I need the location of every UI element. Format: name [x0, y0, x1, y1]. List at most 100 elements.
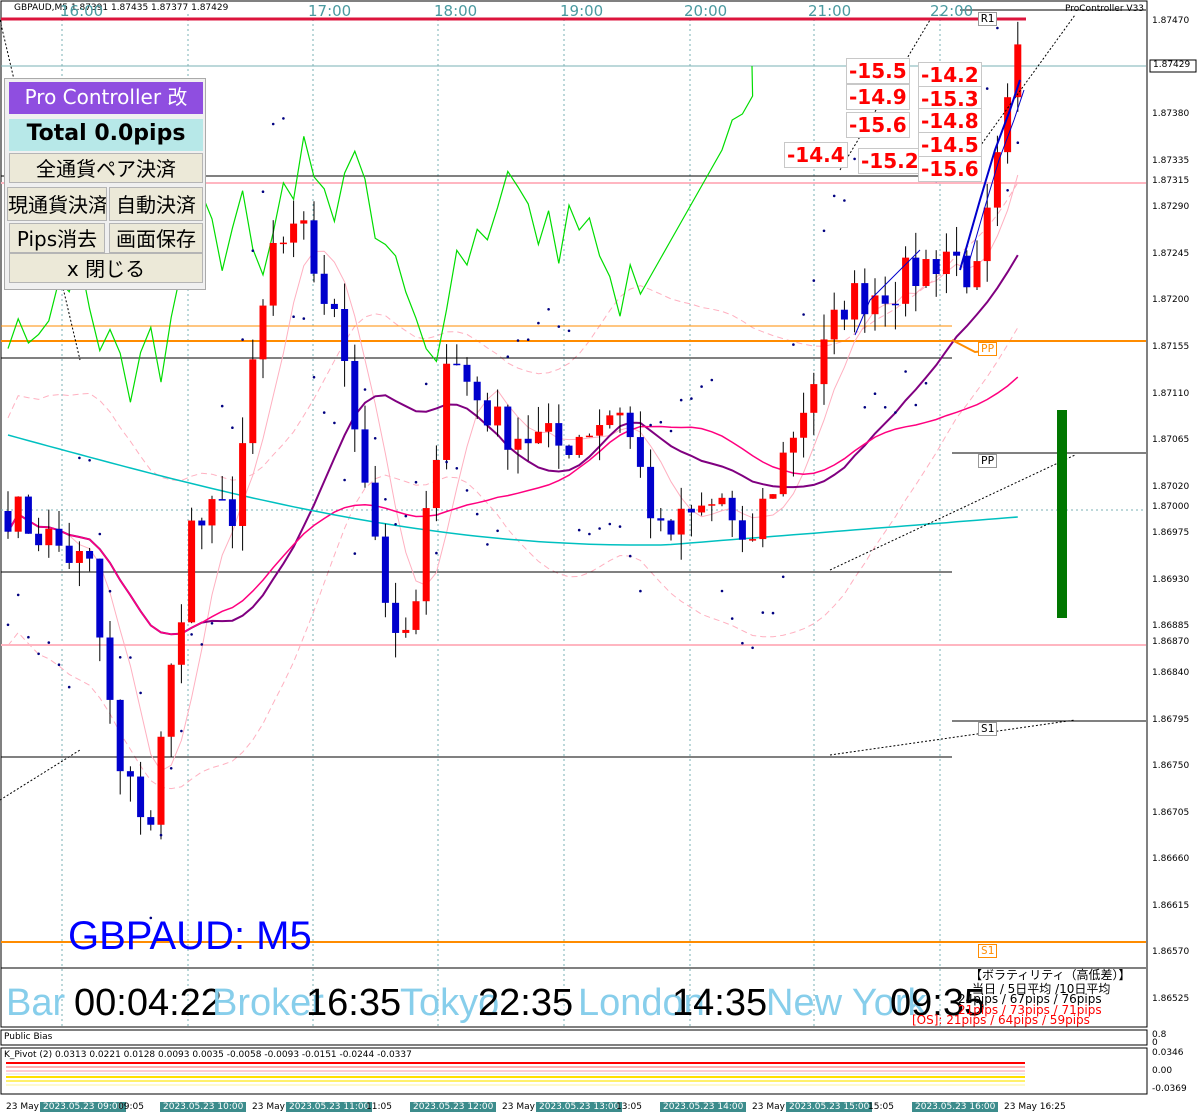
- sar-dot: [27, 635, 30, 639]
- sar-dot: [781, 575, 785, 579]
- sar-dot: [1006, 189, 1009, 192]
- sar-dot: [200, 643, 204, 646]
- auto-close-button[interactable]: 自動決済: [109, 187, 203, 221]
- candle-body: [800, 412, 808, 438]
- candle-body: [810, 384, 818, 413]
- sar-dot: [139, 691, 142, 695]
- price-label: 1.87245: [1152, 248, 1190, 259]
- time-label-text: 23 May: [6, 1102, 39, 1112]
- clear-pips-button[interactable]: Pips消去: [9, 223, 105, 253]
- candle-body: [749, 539, 757, 541]
- time-label-bottom: 23 May 16:25: [1004, 1102, 1066, 1112]
- time-label-text: 2023.05.23 14:00: [660, 1102, 747, 1112]
- sar-dot: [302, 317, 306, 320]
- price-label: 1.86885: [1152, 621, 1190, 632]
- candle-body: [647, 466, 655, 519]
- sar-dot: [108, 589, 112, 593]
- candle-body: [779, 452, 787, 495]
- sar-dot: [720, 589, 724, 593]
- candle-body: [188, 520, 196, 623]
- sar-dot: [506, 355, 510, 359]
- sar-dot: [924, 381, 928, 385]
- sar-dot: [832, 194, 836, 198]
- sar-dot: [394, 523, 397, 526]
- pivot-s1-tag: S1: [978, 722, 998, 736]
- current-price-label: 1.87429: [1153, 60, 1191, 70]
- candle-body: [606, 415, 614, 426]
- candle-body: [35, 533, 43, 546]
- pips-label: -14.4: [784, 142, 848, 168]
- candle-body: [596, 425, 604, 436]
- price-label: 1.87000: [1152, 502, 1190, 513]
- volatility-row-3: [OS]: 21pips / 64pips / 59pips: [912, 1013, 1090, 1027]
- candle-body: [208, 499, 216, 526]
- candle-body: [545, 423, 553, 432]
- sar-dot: [322, 411, 326, 414]
- symbol-label: GBPAUD: M5: [68, 914, 312, 958]
- price-label: 1.87110: [1152, 388, 1190, 399]
- time-label-text: 23 May 16:25: [1004, 1102, 1066, 1112]
- time-label-text: 2023.05.23 11:00: [286, 1102, 373, 1112]
- time-label-top: 19:00: [560, 2, 604, 20]
- sar-dot: [639, 589, 642, 593]
- sar-dot: [690, 397, 693, 400]
- sar-dot: [608, 522, 612, 526]
- sar-dot: [537, 321, 540, 325]
- candle-body: [453, 363, 461, 366]
- candle-body: [228, 499, 236, 526]
- price-label: 1.87290: [1152, 202, 1190, 213]
- close-panel-button[interactable]: x 閉じる: [9, 253, 203, 283]
- sar-dot: [67, 685, 71, 689]
- sar-dot: [118, 656, 122, 659]
- candle-body: [759, 498, 767, 540]
- candle-body: [575, 436, 583, 455]
- save-screen-button[interactable]: 画面保存: [109, 223, 203, 253]
- candle-body: [657, 518, 665, 521]
- candle-body: [851, 283, 859, 320]
- pips-label: -15.6: [918, 156, 982, 182]
- candle-body: [14, 496, 22, 532]
- candle-body: [677, 508, 685, 535]
- time-label-bottom: 2023.05.23 09:00: [40, 1102, 127, 1112]
- candle-body: [381, 536, 389, 603]
- candle-body: [504, 406, 512, 450]
- candle-body: [881, 295, 889, 304]
- sar-dot: [180, 729, 183, 733]
- sar-dot: [78, 456, 81, 460]
- time-label-bottom: 2023.05.23 16:00: [912, 1102, 999, 1112]
- time-label-text: 11:05: [366, 1102, 392, 1112]
- candle-body: [167, 664, 175, 737]
- k-pivot-label: K_Pivot (2) 0.0313 0.0221 0.0128 0.0093 …: [4, 1050, 412, 1060]
- candle-body: [249, 359, 257, 444]
- sar-dot: [475, 512, 479, 516]
- candle-body: [432, 459, 440, 509]
- close-current-pair-button[interactable]: 現通貨決済: [7, 187, 107, 221]
- sar-dot: [679, 398, 683, 402]
- price-label: 1.87200: [1152, 295, 1190, 306]
- candle-body: [402, 629, 410, 633]
- close-all-pairs-button[interactable]: 全通貨ペア決済: [9, 153, 203, 183]
- sar-dot: [843, 199, 846, 202]
- time-label-text: 2023.05.23 10:00: [160, 1102, 247, 1112]
- candle-body: [392, 602, 400, 633]
- sar-dot: [700, 385, 703, 388]
- price-label: 1.86975: [1152, 528, 1190, 539]
- candle-body: [330, 303, 338, 310]
- sar-dot: [190, 633, 193, 636]
- candle-body: [565, 445, 573, 455]
- sar-dot: [159, 833, 163, 837]
- sar-dot: [812, 279, 816, 282]
- sar-dot: [659, 420, 663, 424]
- candle-body: [147, 817, 155, 825]
- panel-title[interactable]: Pro Controller 改: [9, 82, 203, 114]
- pivot-s1-orange-tag: S1: [978, 944, 998, 958]
- k-pivot-scale-mid: 0.00: [1152, 1066, 1173, 1076]
- candle-body: [443, 363, 451, 460]
- sar-dot: [516, 339, 520, 342]
- candle-body: [269, 242, 277, 306]
- sar-dot: [282, 117, 285, 120]
- candle-body: [157, 736, 165, 825]
- sar-dot: [435, 551, 438, 555]
- public-bias-scale-bottom: 0: [1152, 1038, 1158, 1048]
- candle-body: [412, 601, 420, 630]
